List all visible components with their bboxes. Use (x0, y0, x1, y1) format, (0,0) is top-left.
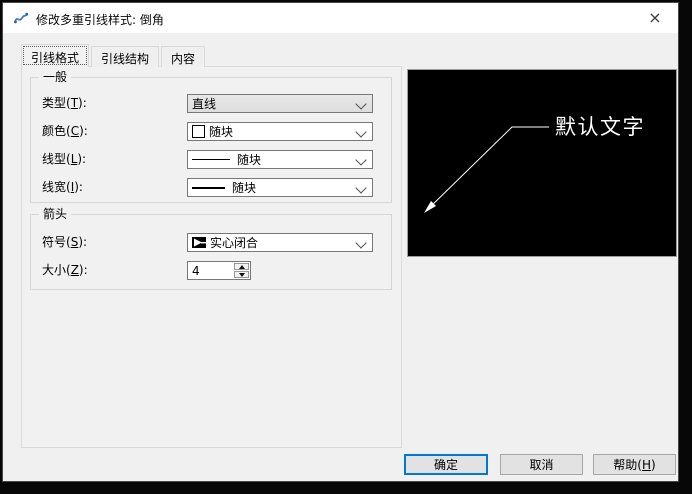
mleader-style-dialog: 修改多重引线样式: 倒角 × 引线格式 引线结构 内容 一般 类型(T): 直线… (2, 2, 679, 482)
lineweight-label: 线宽(I): (42, 178, 83, 197)
general-group: 一般 类型(T): 直线 颜色(C): 随块 线型(L): 随块 线宽(I): … (30, 77, 392, 203)
leader-line (426, 127, 549, 211)
lineweight-value: 随块 (232, 179, 256, 196)
help-button[interactable]: 帮助(H) (593, 454, 676, 475)
style-preview: 默认文字 (407, 69, 677, 257)
linetype-dropdown[interactable]: 随块 (187, 150, 373, 169)
spinner-up-icon (239, 265, 245, 269)
tabstrip: 引线格式 引线结构 内容 (21, 44, 207, 67)
color-label: 颜色(C): (42, 122, 88, 141)
dialog-title: 修改多重引线样式: 倒角 (36, 11, 164, 28)
size-label: 大小(Z): (42, 261, 88, 280)
close-icon: × (648, 10, 661, 26)
arrow-size-input[interactable] (188, 262, 234, 279)
type-label: 类型(T): (42, 94, 87, 113)
spinner-down-button[interactable] (234, 271, 249, 278)
arrow-symbol-value: 实心闭合 (210, 234, 258, 251)
multileader-icon (13, 10, 29, 26)
spinner-down-icon (239, 273, 245, 277)
chevron-down-icon (355, 126, 366, 137)
chevron-down-icon (355, 182, 366, 193)
close-button[interactable]: × (632, 3, 678, 33)
color-value: 随块 (209, 123, 233, 140)
byblock-lineweight-swatch (192, 187, 225, 189)
tab-leader-format[interactable]: 引线格式 (21, 44, 89, 67)
lineweight-dropdown[interactable]: 随块 (187, 178, 373, 197)
preview-default-text: 默认文字 (555, 115, 645, 139)
tab-leader-structure[interactable]: 引线结构 (91, 46, 159, 67)
tab-content[interactable]: 内容 (161, 46, 205, 67)
titlebar: 修改多重引线样式: 倒角 × (3, 3, 678, 33)
byblock-color-swatch (192, 125, 205, 138)
general-group-title: 一般 (39, 70, 71, 84)
cancel-button[interactable]: 取消 (500, 454, 583, 475)
arrow-symbol-dropdown[interactable]: 实心闭合 (187, 233, 373, 252)
byblock-linetype-swatch (192, 159, 230, 160)
linetype-value: 随块 (237, 151, 261, 168)
color-dropdown[interactable]: 随块 (187, 122, 373, 141)
chevron-down-icon (355, 237, 366, 248)
ok-button[interactable]: 确定 (404, 454, 488, 475)
linetype-label: 线型(L): (42, 150, 86, 169)
solid-closed-arrow-icon (192, 237, 206, 248)
chevron-down-icon (355, 98, 366, 109)
type-dropdown[interactable]: 直线 (187, 94, 373, 113)
symbol-label: 符号(S): (42, 233, 87, 252)
arrowhead-group-title: 箭头 (39, 207, 71, 221)
spinner-buttons (234, 263, 249, 278)
arrowhead-group: 箭头 符号(S): 实心闭合 大小(Z): (30, 214, 392, 290)
type-value: 直线 (192, 95, 216, 112)
arrow-size-spinner (187, 261, 251, 280)
spinner-up-button[interactable] (234, 263, 249, 270)
chevron-down-icon (355, 154, 366, 165)
